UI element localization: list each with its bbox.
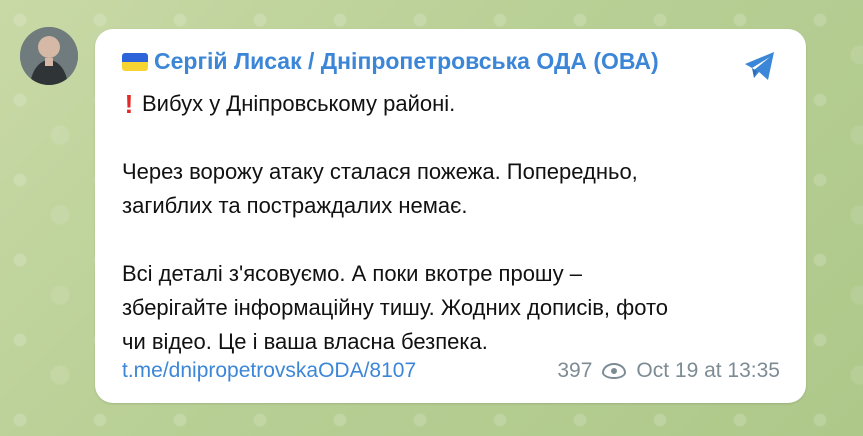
channel-title[interactable]: Сергій Лисак / Дніпропетровська ОДА (ОВА… <box>154 50 659 73</box>
exclamation-icon: ! <box>124 89 134 119</box>
ukraine-flag-icon <box>122 52 148 71</box>
paragraph-1-line-2: загиблих та постраждалих немає. <box>122 193 468 218</box>
message-footer: t.me/dnipropetrovskaODA/8107 397 Oct 19 … <box>122 359 780 383</box>
message-bubble: Сергій Лисак / Дніпропетровська ОДА (ОВА… <box>95 29 806 403</box>
post-link[interactable]: t.me/dnipropetrovskaODA/8107 <box>122 359 416 383</box>
avatar[interactable] <box>20 27 78 85</box>
paragraph-2-line-2: зберігайте інформаційну тишу. Жодних доп… <box>122 295 669 320</box>
paragraph-2-line-3: чи відео. Це і ваша власна безпека. <box>122 329 488 354</box>
telegram-share-icon <box>745 52 774 80</box>
eye-icon <box>602 363 627 379</box>
paragraph-1-line-1: Через ворожу атаку сталася пожежа. Попер… <box>122 159 638 184</box>
timestamp: Oct 19 at 13:35 <box>636 359 780 382</box>
share-button[interactable] <box>740 46 780 86</box>
headline: Вибух у Дніпровському районі. <box>142 91 456 116</box>
avatar-image <box>20 27 78 85</box>
message-meta: 397 Oct 19 at 13:35 <box>557 359 780 383</box>
paragraph-2-line-1: Всі деталі з'ясовуємо. А поки вкотре про… <box>122 261 582 286</box>
view-count: 397 <box>557 359 593 382</box>
message-text: ! Вибух у Дніпровському районі. Через во… <box>122 87 752 359</box>
message-header: Сергій Лисак / Дніпропетровська ОДА (ОВА… <box>122 50 659 73</box>
headline-row: ! Вибух у Дніпровському районі. <box>122 87 752 121</box>
